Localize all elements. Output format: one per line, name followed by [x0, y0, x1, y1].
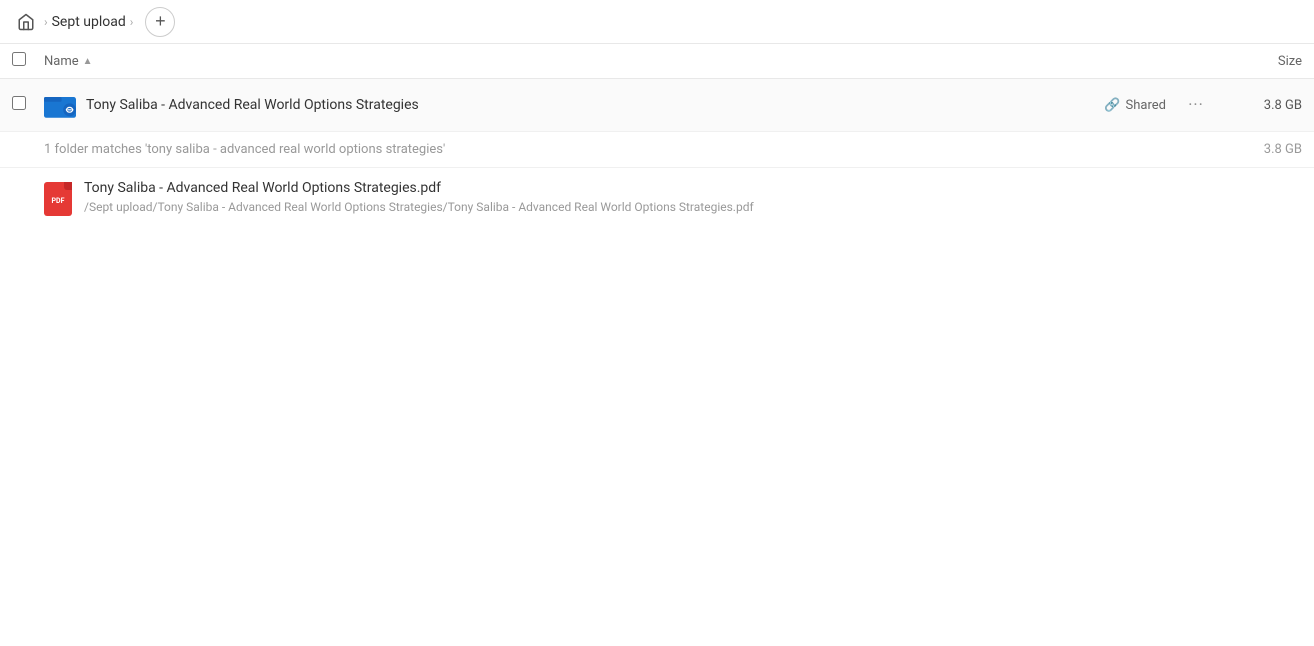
folder-checkbox[interactable] [12, 96, 26, 110]
row-checkbox[interactable] [12, 96, 36, 114]
pdf-result-info: Tony Saliba - Advanced Real World Option… [84, 180, 1302, 214]
breadcrumb-chevron-2: › [130, 15, 134, 29]
pdf-result-row[interactable]: PDF Tony Saliba - Advanced Real World Op… [0, 168, 1314, 228]
home-button[interactable] [12, 8, 40, 36]
header-checkbox[interactable] [12, 52, 36, 70]
more-options-button[interactable]: ··· [1182, 91, 1210, 119]
breadcrumb-bar: › Sept upload › + [0, 0, 1314, 44]
name-label: Name [44, 54, 79, 69]
shared-badge: 🔗 Shared [1104, 98, 1166, 113]
size-column-header: Size [1222, 54, 1302, 69]
search-info-text: 1 folder matches 'tony saliba - advanced… [44, 142, 445, 157]
shared-label: Shared [1126, 98, 1166, 113]
pdf-path: /Sept upload/Tony Saliba - Advanced Real… [84, 200, 1302, 214]
search-info-row: 1 folder matches 'tony saliba - advanced… [0, 132, 1314, 168]
breadcrumb-folder[interactable]: Sept upload [52, 14, 126, 30]
column-headers: Name ▲ Size [0, 44, 1314, 79]
folder-size: 3.8 GB [1222, 98, 1302, 113]
folder-icon [44, 89, 76, 121]
add-button[interactable]: + [145, 7, 175, 37]
pdf-icon: PDF [44, 182, 72, 216]
name-column-header[interactable]: Name ▲ [44, 54, 1222, 69]
pdf-label: PDF [52, 197, 65, 205]
link-icon: 🔗 [1104, 98, 1120, 113]
pdf-filename: Tony Saliba - Advanced Real World Option… [84, 180, 1302, 196]
folder-row[interactable]: Tony Saliba - Advanced Real World Option… [0, 79, 1314, 132]
search-info-size: 3.8 GB [1264, 142, 1302, 157]
folder-name: Tony Saliba - Advanced Real World Option… [86, 97, 1104, 113]
breadcrumb-chevron-1: › [44, 15, 48, 29]
select-all-checkbox[interactable] [12, 52, 26, 66]
sort-indicator: ▲ [83, 56, 93, 67]
more-icon: ··· [1188, 97, 1204, 113]
